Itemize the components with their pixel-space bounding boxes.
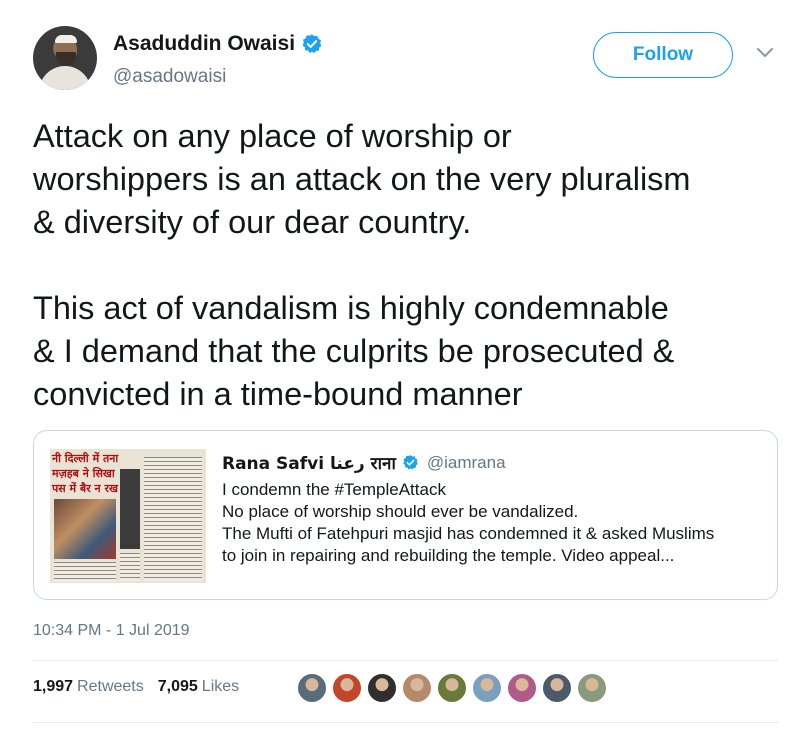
thumbnail-photo — [120, 469, 140, 549]
retweets-label[interactable]: Retweets — [77, 678, 144, 696]
liker-avatar[interactable] — [437, 673, 467, 703]
verified-badge-icon — [302, 34, 322, 54]
liker-avatar[interactable] — [577, 673, 607, 703]
liker-avatars — [297, 673, 607, 703]
author-avatar[interactable] — [33, 26, 97, 90]
author-handle[interactable]: @asadowaisi — [113, 66, 226, 88]
tweet-header: Asaduddin Owaisi @asadowaisi Follow — [33, 26, 778, 92]
quoted-tweet-text: I condemn the #TempleAttack No place of … — [222, 479, 767, 567]
verified-badge-icon — [403, 455, 418, 470]
tweet-timestamp[interactable]: 10:34 PM - 1 Jul 2019 — [33, 622, 190, 640]
likes-label[interactable]: Likes — [202, 678, 239, 696]
liker-avatar[interactable] — [402, 673, 432, 703]
author-display-name[interactable]: Asaduddin Owaisi — [113, 32, 295, 56]
liker-avatar[interactable] — [542, 673, 572, 703]
tweet-text: Attack on any place of worship or worshi… — [33, 115, 783, 416]
quoted-tweet-line: The Mufti of Fatehpuri masjid has condem… — [222, 524, 715, 543]
liker-avatar[interactable] — [297, 673, 327, 703]
liker-avatar[interactable] — [367, 673, 397, 703]
tweet-line: convicted in a time-bound manner — [33, 376, 523, 412]
liker-avatar[interactable] — [332, 673, 362, 703]
divider — [33, 722, 778, 723]
thumbnail-text-block — [120, 553, 140, 581]
thumbnail-text-block — [144, 457, 202, 581]
chevron-down-icon[interactable] — [756, 46, 774, 60]
tweet-line: This act of vandalism is highly condemna… — [33, 290, 669, 326]
tweet-stats: 1,997 Retweets 7,095 Likes — [33, 678, 249, 696]
tweet-line: Attack on any place of worship or — [33, 118, 512, 154]
quoted-tweet-line: No place of worship should ever be vanda… — [222, 502, 579, 521]
thumbnail-headline: नी दिल्ली में तना — [52, 452, 119, 465]
quoted-author-row[interactable]: Rana Safvi رعنا राना @iamrana — [222, 451, 506, 475]
tweet-line: & I demand that the culprits be prosecut… — [33, 333, 675, 369]
tweet-line: worshippers is an attack on the very plu… — [33, 161, 691, 197]
retweets-count[interactable]: 1,997 — [33, 678, 73, 696]
divider — [33, 660, 778, 661]
tweet-line: & diversity of our dear country. — [33, 204, 472, 240]
thumbnail-text-block — [54, 562, 116, 582]
liker-avatar[interactable] — [472, 673, 502, 703]
thumbnail-headline: मज़हब ने सिखा — [52, 467, 115, 480]
thumbnail-photo — [54, 499, 116, 559]
quoted-media-thumbnail[interactable]: नी दिल्ली में तना मज़हब ने सिखा पस में ब… — [50, 449, 206, 583]
quoted-tweet-card[interactable]: नी दिल्ली में तना मज़हब ने सिखा पस में ब… — [33, 430, 778, 600]
author-name-row[interactable]: Asaduddin Owaisi — [113, 32, 323, 56]
quoted-tweet-line: I condemn the #TempleAttack — [222, 480, 446, 499]
liker-avatar[interactable] — [507, 673, 537, 703]
quoted-author-handle: @iamrana — [426, 452, 506, 472]
thumbnail-headline: पस में बैर न रख — [52, 482, 118, 495]
quoted-author-name: Rana Safvi رعنا राना — [222, 454, 396, 474]
quoted-tweet-line: to join in repairing and rebuilding the … — [222, 546, 675, 565]
follow-button[interactable]: Follow — [593, 32, 733, 78]
likes-count[interactable]: 7,095 — [158, 678, 198, 696]
